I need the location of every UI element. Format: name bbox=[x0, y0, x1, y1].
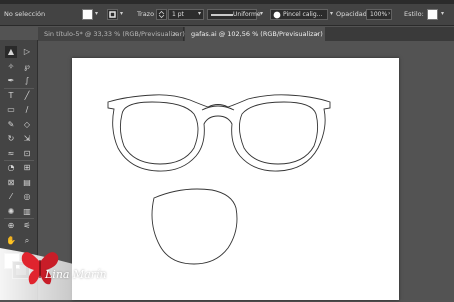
toolbar-divider bbox=[4, 87, 34, 89]
stroke-label[interactable]: Trazo bbox=[137, 10, 154, 18]
warp-tool-icon[interactable]: ≈ bbox=[5, 148, 17, 160]
paintbrush-tool-icon[interactable]: ∕ bbox=[21, 104, 33, 116]
document-tabs: Sin título-5* @ 33,33 % (RGB/Previsualiz… bbox=[38, 27, 454, 41]
toolbar-divider bbox=[4, 218, 34, 219]
column-graph-tool-icon[interactable]: ▥ bbox=[21, 206, 33, 218]
magic-wand-tool-icon[interactable]: ✧ bbox=[5, 61, 17, 73]
close-icon[interactable]: × bbox=[173, 27, 178, 41]
stroke-profile-label: Uniforme bbox=[233, 11, 261, 18]
stroke-weight-dropdown-icon[interactable]: ▾ bbox=[198, 10, 201, 17]
eraser-tool-icon[interactable]: ◇ bbox=[21, 119, 33, 131]
symbol-sprayer-tool-icon[interactable]: ✺ bbox=[5, 206, 17, 218]
line-segment-tool-icon[interactable]: ╱ bbox=[21, 90, 33, 102]
blend-tool-icon[interactable]: ◎ bbox=[21, 191, 33, 203]
opacity-label[interactable]: Opacidad: bbox=[336, 10, 369, 18]
shape-builder-tool-icon[interactable]: ◔ bbox=[5, 162, 17, 174]
right-lens bbox=[239, 101, 319, 165]
eyedropper-tool-icon[interactable]: ⁄ bbox=[5, 191, 17, 203]
stroke-dropdown-icon[interactable]: ▾ bbox=[120, 10, 123, 17]
type-tool-icon[interactable]: T bbox=[5, 90, 17, 102]
close-icon[interactable]: × bbox=[315, 27, 320, 41]
fill-dropdown-icon[interactable]: ▾ bbox=[95, 10, 98, 17]
style-dropdown-icon[interactable]: ▾ bbox=[441, 10, 444, 17]
rotate-tool-icon[interactable]: ↻ bbox=[5, 133, 17, 145]
watermark: Lina Marín bbox=[0, 228, 200, 300]
left-lens bbox=[119, 101, 199, 165]
style-label: Estilo: bbox=[404, 10, 424, 18]
stroke-profile-select[interactable]: Uniforme bbox=[207, 9, 261, 20]
opacity-dropdown-icon[interactable]: › bbox=[388, 10, 390, 17]
rectangle-tool-icon[interactable]: ▭ bbox=[5, 104, 17, 116]
shaper-tool-icon[interactable]: ✎ bbox=[5, 119, 17, 131]
tab-label: Sin título-5* @ 33,33 % (RGB/Previsualiz… bbox=[44, 30, 185, 38]
stroke-swatch[interactable] bbox=[107, 9, 118, 20]
brush-name: Pincel calig... bbox=[283, 11, 323, 18]
perspective-grid-tool-icon[interactable]: ⊞ bbox=[21, 162, 33, 174]
tab-label: gafas.ai @ 102,56 % (RGB/Previsualizar) bbox=[191, 30, 323, 38]
curvature-tool-icon[interactable]: ∫ bbox=[21, 75, 33, 87]
tab-gafas[interactable]: gafas.ai @ 102,56 % (RGB/Previsualizar) … bbox=[185, 27, 325, 41]
direct-selection-tool-icon[interactable]: ▷ bbox=[21, 46, 33, 58]
tab-sin-titulo-5[interactable]: Sin título-5* @ 33,33 % (RGB/Previsualiz… bbox=[38, 27, 185, 41]
stroke-weight-stepper[interactable] bbox=[156, 9, 167, 20]
lasso-tool-icon[interactable]: ℘ bbox=[21, 61, 33, 73]
brush-select[interactable]: Pincel calig... bbox=[270, 9, 328, 20]
stroke-profile-dropdown-icon[interactable]: ▾ bbox=[260, 10, 263, 17]
gradient-tool-icon[interactable]: ▤ bbox=[21, 177, 33, 189]
watermark-graphic bbox=[0, 248, 200, 300]
brush-dropdown-icon[interactable]: ▾ bbox=[330, 10, 333, 17]
scale-tool-icon[interactable]: ⇲ bbox=[21, 133, 33, 145]
fill-swatch[interactable] bbox=[82, 9, 93, 20]
style-swatch[interactable] bbox=[427, 9, 438, 20]
control-bar: No selección ▾ ▾ Trazo 1 pt ▾ Uniforme ▾… bbox=[0, 4, 454, 26]
pen-tool-icon[interactable]: ✒ bbox=[5, 75, 17, 87]
toolbar-divider bbox=[4, 160, 34, 161]
selection-tool-icon[interactable]: ▲ bbox=[5, 46, 17, 58]
mesh-tool-icon[interactable]: ⊠ bbox=[5, 177, 17, 189]
selection-status: No selección bbox=[4, 10, 46, 18]
free-transform-tool-icon[interactable]: ⊡ bbox=[21, 148, 33, 160]
watermark-text: Lina Marín bbox=[45, 268, 107, 281]
